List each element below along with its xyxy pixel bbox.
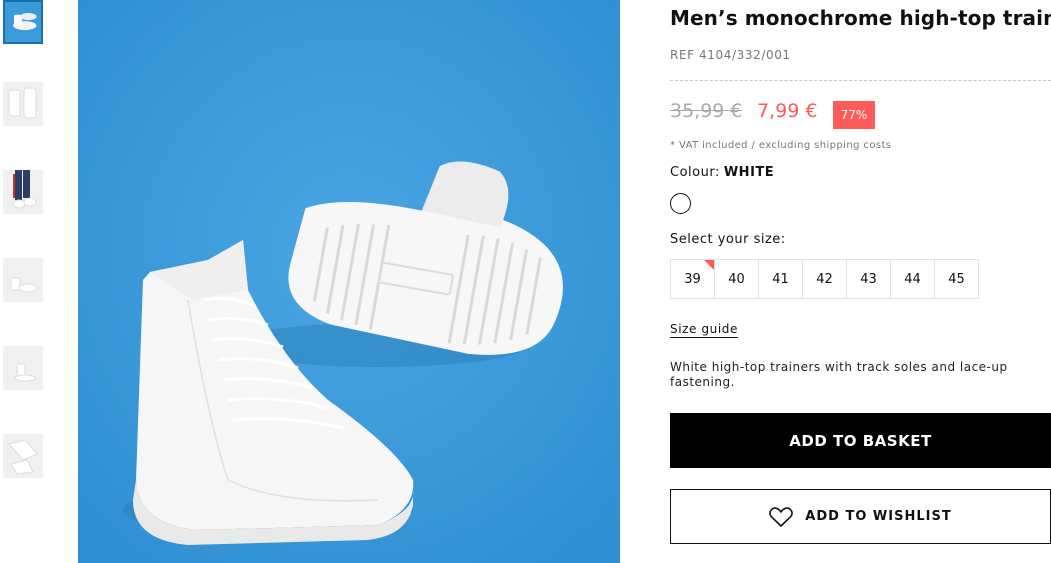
discount-badge: 77%	[833, 101, 875, 129]
colour-swatch-white[interactable]	[670, 193, 691, 214]
add-to-wishlist-label: ADD TO WISHLIST	[805, 509, 952, 524]
divider	[670, 80, 1051, 81]
thumbnail-5[interactable]	[3, 346, 43, 390]
sale-price: 7,99 €	[757, 100, 818, 122]
thumbnail-4[interactable]	[3, 258, 43, 302]
size-guide-link[interactable]: Size guide	[670, 322, 739, 338]
size-selector: 39 40 41 42 43 44 45	[670, 259, 979, 299]
size-option-39[interactable]: 39	[670, 259, 715, 299]
vat-note: * VAT included / excluding shipping cost…	[670, 140, 892, 151]
colour-value: WHITE	[723, 165, 775, 180]
size-option-40[interactable]: 40	[714, 259, 759, 299]
old-price: 35,99 €	[670, 100, 743, 122]
product-reference: REF 4104/332/001	[670, 48, 791, 62]
thumbnail-1[interactable]	[3, 0, 43, 44]
size-option-45[interactable]: 45	[934, 259, 979, 299]
size-option-41[interactable]: 41	[758, 259, 803, 299]
heart-icon	[769, 506, 794, 527]
size-label-43: 43	[860, 271, 877, 287]
thumbnail-6[interactable]	[3, 434, 43, 478]
size-option-44[interactable]: 44	[890, 259, 935, 299]
size-label: Select your size:	[670, 232, 786, 247]
thumbnail-3[interactable]	[3, 170, 43, 214]
add-to-basket-label: ADD TO BASKET	[789, 431, 932, 450]
add-to-basket-button[interactable]: ADD TO BASKET	[670, 413, 1051, 468]
colour-label: Colour: WHITE	[670, 165, 774, 180]
size-label-40: 40	[728, 271, 745, 287]
thumbnail-2[interactable]	[3, 82, 43, 126]
low-stock-marker	[704, 260, 714, 270]
size-label-39: 39	[684, 271, 701, 287]
size-label-45: 45	[948, 271, 965, 287]
size-option-43[interactable]: 43	[846, 259, 891, 299]
product-title: Men’s monochrome high-top trainers	[670, 6, 1051, 30]
add-to-wishlist-button[interactable]: ADD TO WISHLIST	[670, 489, 1051, 544]
main-product-image[interactable]	[78, 0, 620, 563]
colour-label-text: Colour:	[670, 165, 720, 180]
size-label-42: 42	[816, 271, 833, 287]
size-label-41: 41	[772, 271, 789, 287]
product-description: White high-top trainers with track soles…	[670, 360, 1008, 389]
size-label-44: 44	[904, 271, 921, 287]
size-option-42[interactable]: 42	[802, 259, 847, 299]
